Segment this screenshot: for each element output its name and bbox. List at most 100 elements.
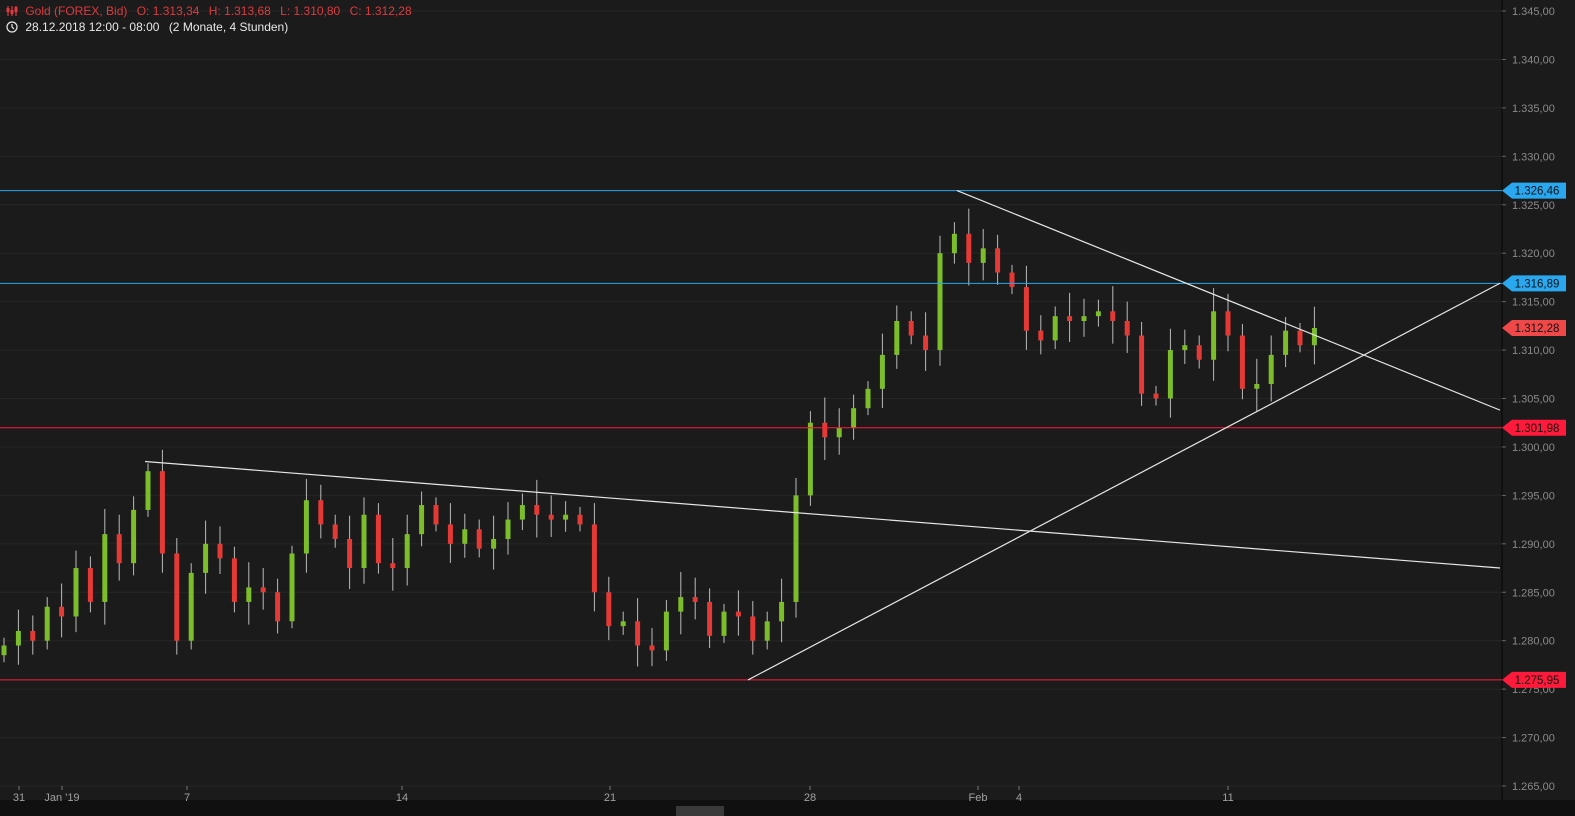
candle-body bbox=[1297, 330, 1303, 346]
candle-body bbox=[534, 505, 540, 515]
instrument-name: Gold (FOREX, Bid) bbox=[25, 4, 128, 18]
candle bbox=[937, 235, 943, 366]
y-tick-label: 1.270,00 bbox=[1512, 733, 1555, 745]
y-tick-label: 1.320,00 bbox=[1512, 248, 1555, 260]
candle-body bbox=[73, 568, 79, 617]
x-tick-label: 11 bbox=[1222, 792, 1233, 804]
candle-body bbox=[692, 597, 698, 602]
candle bbox=[793, 477, 799, 618]
candle bbox=[188, 563, 194, 650]
candle-body bbox=[462, 529, 468, 544]
candle-body bbox=[1067, 316, 1073, 321]
time-header: 28.12.2018 12:00 - 08:00 (2 Monate, 4 St… bbox=[6, 20, 294, 34]
candle-body bbox=[678, 597, 684, 612]
candle-body bbox=[966, 233, 972, 263]
candle-body bbox=[591, 524, 597, 593]
y-tick-label: 1.300,00 bbox=[1512, 442, 1555, 454]
candle-body bbox=[1110, 311, 1116, 321]
x-tick-label: 21 bbox=[604, 792, 616, 804]
candle-body bbox=[937, 253, 943, 351]
candle-body bbox=[1153, 393, 1159, 399]
y-tick-label: 1.345,00 bbox=[1512, 6, 1555, 18]
candle-body bbox=[289, 553, 295, 622]
period: (2 Monate, 4 Stunden) bbox=[168, 20, 289, 34]
candle-body bbox=[159, 471, 165, 554]
x-axis-strip bbox=[0, 800, 1575, 816]
candle-body bbox=[1081, 316, 1087, 321]
candle-body bbox=[1254, 383, 1260, 389]
candle-body bbox=[995, 248, 1001, 273]
candles-icon bbox=[6, 6, 18, 16]
candle-body bbox=[1167, 350, 1173, 399]
candle-body bbox=[620, 621, 626, 627]
candle-body bbox=[116, 534, 122, 564]
y-tick-label: 1.335,00 bbox=[1512, 103, 1555, 115]
candle-body bbox=[505, 519, 511, 539]
candle-body bbox=[836, 427, 842, 438]
candle-body bbox=[663, 611, 669, 651]
candle-body bbox=[347, 538, 353, 569]
ohlc-high: H: 1.313,68 bbox=[208, 4, 271, 18]
y-tick-label: 1.265,00 bbox=[1512, 781, 1555, 793]
ohlc-open: O: 1.313,34 bbox=[136, 4, 200, 18]
candle-body bbox=[577, 514, 583, 525]
candle-body bbox=[1009, 272, 1015, 288]
candle-body bbox=[375, 514, 381, 564]
y-tick-label: 1.305,00 bbox=[1512, 394, 1555, 406]
candlestick-chart[interactable]: 1.345,00 1.340,00 1.335,00 1.330,00 1.325,00… bbox=[0, 0, 1575, 816]
candle-body bbox=[303, 500, 309, 554]
candle-body bbox=[735, 611, 741, 617]
candle-body bbox=[793, 495, 799, 602]
candle-body bbox=[131, 509, 137, 564]
x-tick-label: 14 bbox=[396, 792, 408, 804]
candle-body bbox=[246, 587, 252, 602]
y-tick-label: 1.280,00 bbox=[1512, 636, 1555, 648]
candle-body bbox=[1211, 311, 1217, 360]
candle-body bbox=[361, 514, 367, 569]
candle-body bbox=[1124, 321, 1130, 336]
candle-body bbox=[231, 558, 237, 602]
candle-body bbox=[145, 471, 151, 510]
candle-body bbox=[390, 563, 396, 569]
current-price-label: 1.312,28 bbox=[1515, 323, 1560, 335]
candle-body bbox=[1182, 345, 1188, 351]
candle-body bbox=[908, 321, 914, 336]
y-tick-label: 1.330,00 bbox=[1512, 151, 1555, 163]
candle-body bbox=[822, 422, 828, 438]
candle-body bbox=[894, 321, 900, 355]
time-range: 28.12.2018 12:00 - 08:00 bbox=[25, 20, 160, 34]
candle-body bbox=[606, 592, 612, 627]
candle-body bbox=[174, 553, 180, 641]
candle-body bbox=[635, 621, 641, 646]
price-level-label: 1.326,46 bbox=[1515, 186, 1560, 198]
candle-body bbox=[260, 587, 266, 593]
candle-body bbox=[476, 529, 482, 549]
candle-body bbox=[1311, 327, 1317, 346]
y-tick-label: 1.285,00 bbox=[1512, 587, 1555, 599]
x-tick-label: Jan '19 bbox=[44, 792, 79, 804]
scrollbar-thumb[interactable] bbox=[676, 806, 724, 816]
x-tick-label: 4 bbox=[1016, 792, 1022, 804]
candle-body bbox=[1052, 316, 1058, 341]
chart-background bbox=[0, 0, 1575, 816]
candle-body bbox=[447, 524, 453, 544]
candle-body bbox=[275, 592, 281, 622]
candle-body bbox=[851, 408, 857, 428]
candle-body bbox=[318, 500, 324, 525]
candle-body bbox=[1095, 311, 1101, 317]
y-tick-label: 1.290,00 bbox=[1512, 539, 1555, 551]
price-level-label: 1.316,89 bbox=[1515, 278, 1560, 290]
candle-body bbox=[721, 611, 727, 636]
candle-body bbox=[1139, 335, 1145, 394]
price-level-label: 1.301,98 bbox=[1515, 423, 1560, 435]
x-tick-label: Feb bbox=[969, 792, 988, 804]
price-level-label: 1.275,95 bbox=[1515, 675, 1560, 687]
candle-body bbox=[491, 538, 497, 549]
candle-body bbox=[1196, 345, 1202, 360]
x-tick-label: 28 bbox=[804, 792, 816, 804]
y-tick-label: 1.325,00 bbox=[1512, 200, 1555, 212]
candle-body bbox=[951, 233, 957, 254]
candle-body bbox=[750, 616, 756, 641]
candle bbox=[807, 411, 813, 506]
ohlc-close: C: 1.312,28 bbox=[349, 4, 412, 18]
